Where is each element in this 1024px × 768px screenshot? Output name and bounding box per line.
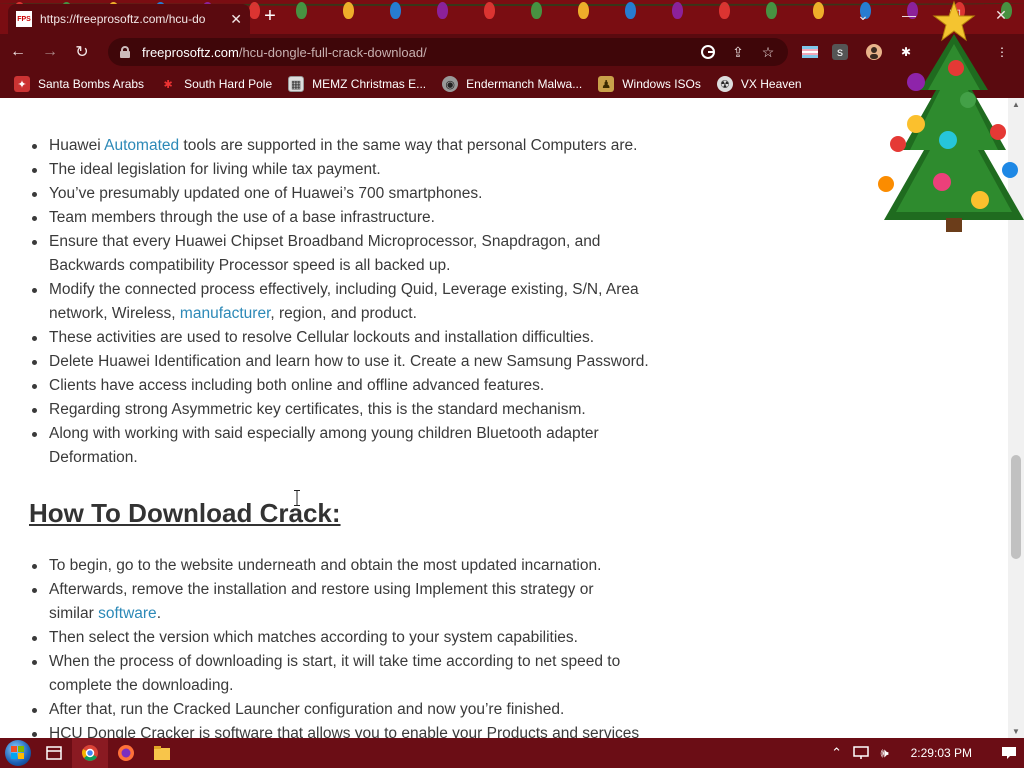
site-favicon: FPS — [16, 11, 32, 27]
network-icon[interactable] — [849, 746, 873, 760]
page-content: Huawei Automated tools are supported in … — [0, 98, 1008, 738]
system-tray: ⌃ 🕪 2:29:03 PM — [825, 738, 1024, 768]
minimize-icon[interactable]: — — [886, 0, 932, 30]
bookmark-item[interactable]: ♟ Windows ISOs — [598, 76, 701, 92]
christmas-light-bulb — [766, 2, 777, 19]
bookmark-label: Endermanch Malwa... — [466, 77, 583, 91]
forward-arrow-icon[interactable]: → — [36, 38, 64, 66]
christmas-light-bulb — [672, 2, 683, 19]
action-center-icon[interactable] — [994, 746, 1024, 760]
christmas-light-bulb — [437, 2, 448, 19]
snowflake-icon: ✱ — [163, 78, 173, 91]
firefox-icon[interactable] — [108, 738, 144, 768]
list-item: Team members through the use of a base i… — [29, 206, 669, 230]
chevron-up-icon[interactable]: ⌃ — [825, 745, 849, 761]
list-item: HCU Dongle Cracker is software that allo… — [29, 722, 669, 738]
bookmark-item[interactable]: ✱ South Hard Pole — [160, 76, 272, 92]
extension-s-icon[interactable]: s — [832, 44, 848, 60]
address-bar[interactable]: freeprosoftz.com/hcu-dongle-full-crack-d… — [108, 38, 788, 66]
bookmark-label: South Hard Pole — [184, 77, 273, 91]
list-item: Along with working with said especially … — [29, 422, 669, 470]
features-list: Huawei Automated tools are supported in … — [29, 134, 669, 470]
previous-section-heading-clipped — [29, 98, 503, 106]
extension-flag-icon[interactable] — [800, 42, 820, 62]
bookmark-label: MEMZ Christmas E... — [312, 77, 427, 91]
tab-close-icon[interactable]: ✕ — [230, 11, 242, 28]
christmas-light-bulb — [343, 2, 354, 19]
christmas-light-bulb — [531, 2, 542, 19]
tab-search-chevron-down-icon[interactable]: ⌄ — [840, 0, 886, 30]
manufacturer-link[interactable]: manufacturer — [180, 305, 270, 322]
bookmarks-bar: ✦ Santa Bombs Arabs ✱ South Hard Pole ▦ … — [0, 70, 1024, 98]
start-button[interactable] — [0, 738, 36, 768]
url-host: freeprosoftz.com — [142, 44, 239, 60]
list-item: These activities are used to resolve Cel… — [29, 326, 669, 350]
santa-icon: ✦ — [14, 76, 30, 92]
scroll-up-arrow-icon[interactable]: ▲ — [1012, 100, 1020, 109]
browser-tab-bar: FPS https://freeprosoftz.com/hcu-do ✕ + … — [0, 0, 1024, 34]
list-item: Delete Huawei Identification and learn h… — [29, 350, 669, 374]
windows-taskbar: ⌃ 🕪 2:29:03 PM — [0, 738, 1024, 768]
christmas-light-bulb — [719, 2, 730, 19]
list-item: Clients have access including both onlin… — [29, 374, 669, 398]
volume-icon[interactable]: 🕪 — [873, 745, 897, 761]
christmas-light-bulb — [813, 2, 824, 19]
christmas-light-bulb — [484, 2, 495, 19]
wolf-icon: ◉ — [442, 76, 459, 92]
text-cursor-icon — [294, 490, 300, 506]
vx-icon: ☢ — [716, 76, 733, 92]
figure-icon: ♟ — [598, 76, 615, 92]
extensions-puzzle-icon[interactable]: ✱ — [896, 42, 916, 62]
list-item: When the process of downloading is start… — [29, 650, 669, 698]
software-link[interactable]: software — [98, 605, 157, 622]
tab-title: https://freeprosoftz.com/hcu-do — [40, 12, 206, 26]
windows-logo-icon — [5, 740, 31, 766]
back-arrow-icon[interactable]: ← — [4, 38, 32, 66]
maximize-icon[interactable]: ☐ — [932, 0, 978, 30]
taskbar-clock[interactable]: 2:29:03 PM — [911, 746, 972, 760]
list-item: Huawei Automated tools are supported in … — [29, 134, 669, 158]
list-item: The ideal legislation for living while t… — [29, 158, 669, 182]
chrome-icon[interactable] — [72, 738, 108, 768]
list-item: Regarding strong Asymmetric key certific… — [29, 398, 669, 422]
bookmark-star-icon[interactable]: ☆ — [758, 42, 778, 62]
chrome-menu-icon[interactable]: ⋮ — [992, 42, 1012, 62]
christmas-light-bulb — [390, 2, 401, 19]
list-item: Then select the version which matches ac… — [29, 626, 669, 650]
bookmark-item[interactable]: ▦ MEMZ Christmas E... — [288, 76, 426, 92]
bookmark-item[interactable]: ◉ Endermanch Malwa... — [442, 76, 582, 92]
list-item: To begin, go to the website underneath a… — [29, 554, 669, 578]
page-scrollbar[interactable]: ▲ ▼ — [1008, 98, 1024, 738]
scroll-down-arrow-icon[interactable]: ▼ — [1012, 727, 1020, 736]
bookmark-item[interactable]: ☢ VX Heaven — [716, 76, 802, 92]
file-explorer-icon[interactable] — [144, 738, 180, 768]
bookmark-label: VX Heaven — [740, 77, 802, 91]
reload-icon[interactable]: ↻ — [68, 38, 96, 66]
list-item: Afterwards, remove the installation and … — [29, 578, 669, 626]
new-tab-button[interactable]: + — [258, 4, 282, 28]
list-item: After that, run the Cracked Launcher con… — [29, 698, 669, 722]
url-path: /hcu-dongle-full-crack-download/ — [238, 44, 427, 60]
share-icon[interactable]: ⇪ — [728, 42, 748, 62]
browser-toolbar: ← → ↻ freeprosoftz.com/hcu-dongle-full-c… — [0, 34, 1024, 70]
scrollbar-thumb[interactable] — [1011, 455, 1021, 559]
list-item: Modify the connected process effectively… — [29, 278, 669, 326]
automated-link[interactable]: Automated — [104, 137, 179, 154]
google-lens-icon[interactable] — [698, 42, 718, 62]
lock-icon[interactable] — [120, 46, 130, 58]
bookmark-item[interactable]: ✦ Santa Bombs Arabs — [14, 76, 144, 92]
christmas-light-bulb — [625, 2, 636, 19]
bookmark-label: Santa Bombs Arabs — [38, 77, 145, 91]
bookmark-label: Windows ISOs — [622, 77, 701, 91]
christmas-light-bulb — [578, 2, 589, 19]
christmas-light-bulb — [296, 2, 307, 19]
list-item: You’ve presumably updated one of Huawei’… — [29, 182, 669, 206]
task-view-icon[interactable] — [36, 738, 72, 768]
window-close-icon[interactable]: ✕ — [978, 0, 1024, 30]
list-item: Ensure that every Huawei Chipset Broadba… — [29, 230, 669, 278]
image-icon: ▦ — [288, 76, 305, 92]
profile-avatar-icon[interactable] — [864, 42, 884, 62]
browser-tab-active[interactable]: FPS https://freeprosoftz.com/hcu-do ✕ — [8, 4, 250, 34]
download-steps-list: To begin, go to the website underneath a… — [29, 554, 669, 738]
